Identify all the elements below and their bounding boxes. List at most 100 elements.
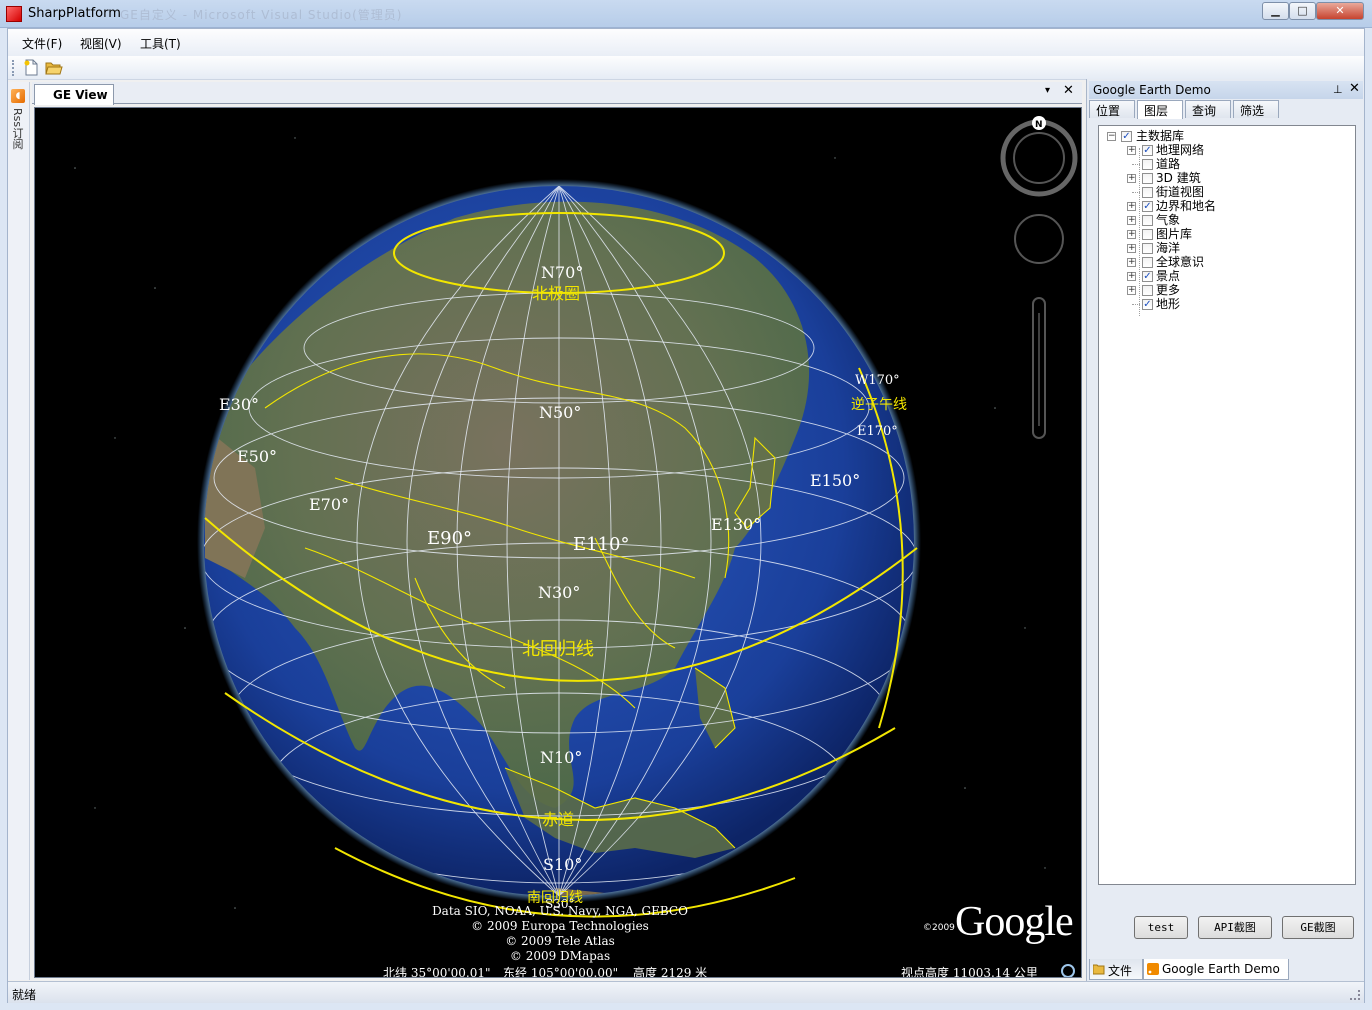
bottom-tab-files[interactable]: 文件 <box>1089 959 1143 980</box>
tree-connector <box>1132 304 1140 305</box>
layer-tree-item-label: 全球意识 <box>1156 255 1205 269</box>
streaming-status-icon <box>1061 964 1075 977</box>
layer-tree-item-label: 气象 <box>1156 213 1181 227</box>
label-n70: N70° <box>541 263 583 282</box>
label-n10: N10° <box>540 748 582 767</box>
layer-checkbox[interactable] <box>1142 257 1153 268</box>
minimize-button[interactable]: ▁ <box>1262 2 1289 20</box>
layer-tree-item-label: 地形 <box>1156 297 1181 311</box>
label-e70: E70° <box>309 495 349 514</box>
layer-checkbox[interactable] <box>1142 187 1153 198</box>
status-text: 就绪 <box>12 988 37 1002</box>
label-e110: E110° <box>573 534 630 555</box>
tab-list-dropdown-icon[interactable]: ▾ <box>1045 85 1050 96</box>
toolbar-grip[interactable] <box>12 60 15 76</box>
background-window-title: GE自定义 - Microsoft Visual Studio(管理员) <box>120 8 403 22</box>
tab-layers[interactable]: 图层 <box>1137 100 1183 119</box>
google-logo: Google <box>955 899 1074 945</box>
layer-checkbox[interactable]: ✓ <box>1142 145 1153 156</box>
bottom-tab-google-earth-demo-label: Google Earth Demo <box>1162 962 1280 976</box>
menu-tools[interactable]: 工具(T) <box>140 35 181 52</box>
label-tropic-cancer: 北回归线 <box>522 639 594 660</box>
tree-connector <box>1132 164 1140 165</box>
layer-checkbox[interactable] <box>1142 215 1153 226</box>
status-bar: 就绪 <box>8 981 1364 1003</box>
pin-icon[interactable]: ⊥ <box>1333 83 1343 96</box>
expand-node-icon[interactable]: + <box>1127 216 1136 225</box>
label-equator: 赤道 <box>542 810 574 829</box>
expand-node-icon[interactable]: + <box>1127 244 1136 253</box>
tab-query[interactable]: 查询 <box>1185 100 1231 118</box>
layer-checkbox[interactable]: ✓ <box>1142 201 1153 212</box>
expand-node-icon[interactable]: + <box>1127 258 1136 267</box>
api-capture-button[interactable]: API截图 <box>1198 916 1272 939</box>
layer-tree-item-label: 地理网络 <box>1156 143 1205 157</box>
tab-filter[interactable]: 筛选 <box>1233 100 1279 118</box>
menu-file[interactable]: 文件(F) <box>22 35 62 52</box>
look-joystick[interactable] <box>1013 132 1065 184</box>
layer-tree-item-label: 图片库 <box>1156 227 1193 241</box>
label-e90: E90° <box>427 528 472 549</box>
latitude-readout: 北纬 35°00'00.01" <box>383 966 491 978</box>
layer-checkbox[interactable]: ✓ <box>1142 299 1153 310</box>
expand-node-icon[interactable]: + <box>1127 286 1136 295</box>
google-earth-view[interactable]: N70° N50° N30° N10° S10° S30° E30° E50° … <box>34 107 1082 978</box>
new-document-icon[interactable] <box>22 59 40 76</box>
label-arctic-circle: 北极圈 <box>532 284 580 303</box>
rss-icon[interactable]: ◖ <box>11 89 25 103</box>
label-s10: S10° <box>543 855 582 874</box>
label-e50: E50° <box>237 447 277 466</box>
layer-tree-item-label: 更多 <box>1156 283 1181 297</box>
root-checkbox[interactable]: ✓ <box>1121 131 1132 142</box>
longitude-readout: 东经 105°00'00.00" <box>503 966 619 978</box>
label-e170: E170° <box>857 424 898 439</box>
layer-tree[interactable]: − ✓ 主数据库 + ✓ 地理网络 道路 +3D 建筑 街道视图 + ✓ 边界和地名 + 气象 + 图片… <box>1098 125 1356 885</box>
test-button[interactable]: test <box>1134 916 1188 939</box>
close-document-icon[interactable]: ✕ <box>1063 83 1074 98</box>
layer-tree-item-label: 边界和地名 <box>1156 199 1217 213</box>
elevation-readout: 高度 2129 米 <box>633 966 708 978</box>
tab-location[interactable]: 位置 <box>1089 100 1135 118</box>
layer-checkbox[interactable] <box>1142 229 1153 240</box>
menu-view[interactable]: 视图(V) <box>80 35 122 52</box>
attribution-line: Data SIO, NOAA, U.S. Navy, NGA, GEBCO <box>432 904 688 918</box>
app-icon <box>6 6 22 22</box>
bottom-tab-google-earth-demo[interactable]: Google Earth Demo <box>1143 959 1289 980</box>
eye-altitude-readout: 视点高度 11003.14 公里 <box>901 966 1038 978</box>
globe-canvas[interactable]: N70° N50° N30° N10° S10° S30° E30° E50° … <box>35 108 1082 978</box>
close-button[interactable]: ✕ <box>1316 2 1364 20</box>
ge-capture-button[interactable]: GE截图 <box>1282 916 1354 939</box>
layer-checkbox[interactable] <box>1142 159 1153 170</box>
label-w170: W170° <box>855 373 900 388</box>
rss-subscription-tab[interactable]: Rss订阅 <box>11 108 25 149</box>
layer-checkbox[interactable] <box>1142 173 1153 184</box>
compass-north-letter: N <box>1035 120 1043 130</box>
navigation-controls[interactable]: N <box>1000 116 1078 439</box>
maximize-button[interactable]: □ <box>1289 2 1316 20</box>
resize-grip-icon[interactable] <box>1350 990 1360 1000</box>
expand-node-icon[interactable]: + <box>1127 230 1136 239</box>
panel-title: Google Earth Demo <box>1089 81 1363 99</box>
rss-icon <box>1147 963 1159 975</box>
expand-node-icon[interactable]: + <box>1127 272 1136 281</box>
layer-checkbox[interactable] <box>1142 285 1153 296</box>
label-n50: N50° <box>539 403 581 422</box>
panel-close-icon[interactable]: ✕ <box>1349 81 1360 96</box>
google-logo-year: ©2009 <box>923 923 955 933</box>
expand-node-icon[interactable]: + <box>1127 146 1136 155</box>
layer-checkbox[interactable] <box>1142 243 1153 254</box>
imagery-attribution: Data SIO, NOAA, U.S. Navy, NGA, GEBCO © … <box>365 904 755 964</box>
tab-ge-view[interactable]: GE View <box>34 84 114 105</box>
folder-icon <box>1093 964 1105 975</box>
attribution-line: © 2009 Europa Technologies <box>471 919 649 933</box>
layer-checkbox[interactable]: ✓ <box>1142 271 1153 282</box>
bottom-tab-files-label: 文件 <box>1108 964 1133 978</box>
expand-node-icon[interactable]: + <box>1127 202 1136 211</box>
label-n30: N30° <box>538 583 580 602</box>
auto-hide-strip: ◖ Rss订阅 <box>8 82 30 980</box>
open-folder-icon[interactable] <box>45 59 63 76</box>
collapse-root-icon[interactable]: − <box>1107 132 1116 141</box>
label-antimeridian: 逆子午线 <box>851 397 907 413</box>
expand-node-icon[interactable]: + <box>1127 174 1136 183</box>
move-joystick[interactable] <box>1014 214 1064 264</box>
